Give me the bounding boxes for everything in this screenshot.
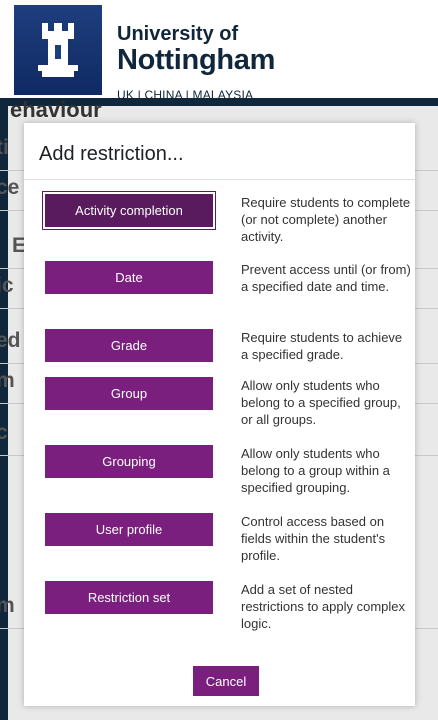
university-crest-logo[interactable]	[14, 5, 102, 95]
brand-line1: University of	[117, 23, 239, 45]
university-wordmark: University of Nottingham	[117, 24, 275, 75]
background-row-text: m	[0, 594, 15, 617]
background-section-heading: ehaviour	[10, 97, 102, 122]
castle-crest-icon	[38, 23, 78, 77]
background-row-text: ti	[0, 136, 9, 159]
background-row-text: c	[0, 421, 8, 444]
background-row-text: ed	[0, 329, 21, 352]
group-description: Allow only students who belong to a spec…	[241, 378, 401, 427]
activity-completion-description: Require students to complete (or not com…	[241, 195, 411, 244]
user-profile-description: Control access based on fields within th…	[241, 514, 386, 563]
restriction-set-button[interactable]: Restriction set	[45, 581, 213, 614]
grouping-description: Allow only students who belong to a grou…	[241, 446, 390, 495]
user-profile-button[interactable]: User profile	[45, 513, 213, 546]
activity-completion-button[interactable]: Activity completion	[45, 194, 213, 227]
dialog-header: Add restriction...	[24, 123, 415, 180]
add-restriction-dialog: Add restriction... Activity completion R…	[24, 123, 415, 706]
group-button[interactable]: Group	[45, 377, 213, 410]
grade-button[interactable]: Grade	[45, 329, 213, 362]
background-row-text: ce	[0, 176, 20, 199]
grade-description: Require students to achieve a specified …	[241, 330, 403, 362]
grouping-button[interactable]: Grouping	[45, 445, 213, 478]
date-button[interactable]: Date	[45, 261, 213, 294]
cancel-button[interactable]: Cancel	[193, 666, 259, 696]
date-description: Prevent access until (or from) a specifi…	[241, 262, 411, 294]
dialog-title: Add restriction...	[39, 143, 184, 165]
background-row-text: ic	[0, 274, 14, 297]
restriction-set-description: Add a set of nested restrictions to appl…	[241, 582, 406, 631]
background-row-text: m	[0, 369, 15, 392]
brand-line2: Nottingham	[117, 44, 276, 76]
site-header: University of Nottingham UK | CHINA | MA…	[0, 0, 438, 102]
